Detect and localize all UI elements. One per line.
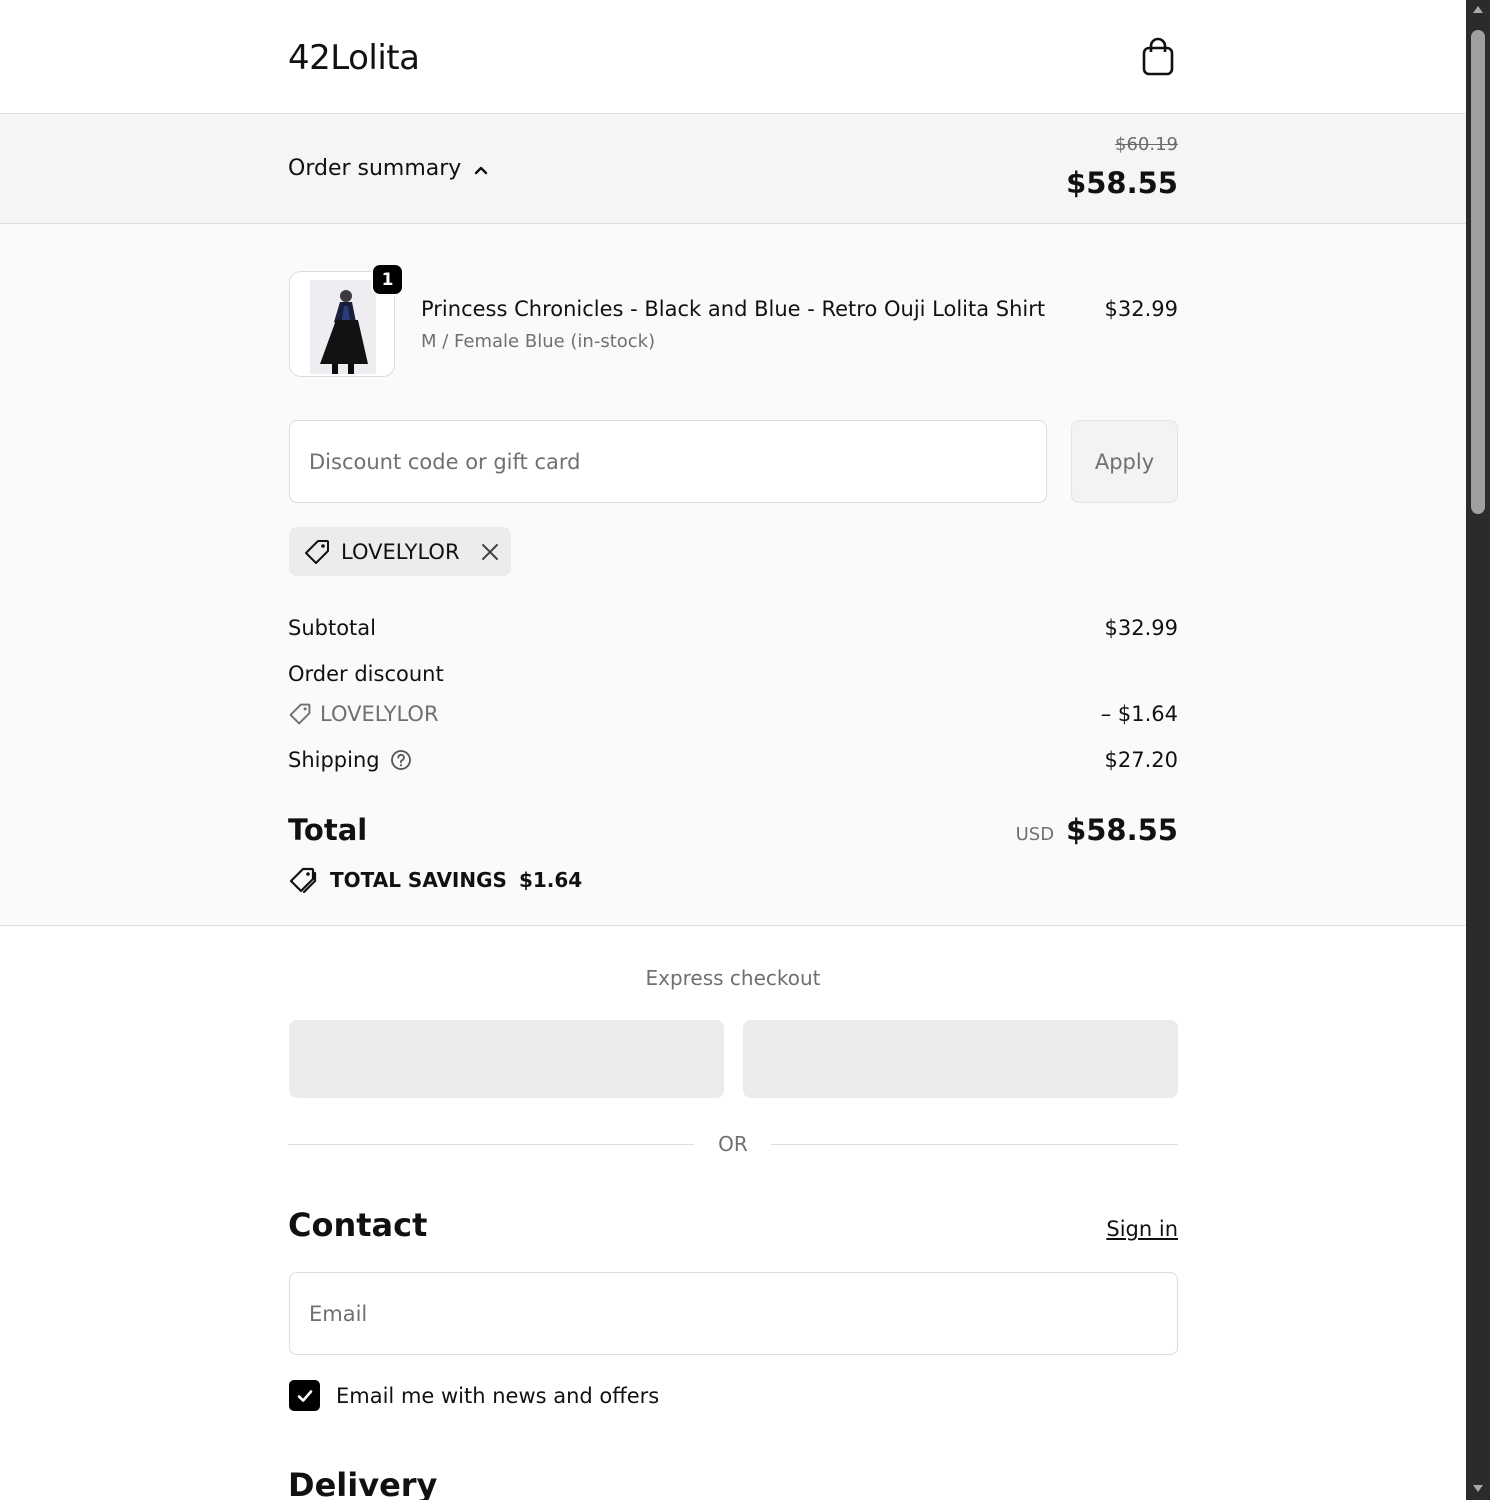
vertical-scrollbar[interactable] (1466, 0, 1490, 1500)
discount-code-input[interactable] (289, 420, 1047, 503)
applied-discount-chip: LOVELYLOR (289, 527, 511, 576)
express-checkout-button-2[interactable] (743, 1020, 1178, 1098)
checkout-page: 42Lolita Order summary $60.19 $58.55 1 P… (0, 0, 1466, 1500)
express-checkout-title: Express checkout (645, 966, 821, 990)
tag-icon (305, 539, 329, 564)
scrollbar-thumb[interactable] (1471, 30, 1485, 514)
order-summary-bar (0, 114, 1466, 224)
checkmark-icon (297, 1389, 312, 1402)
newsletter-option[interactable]: Email me with news and offers (289, 1380, 659, 1411)
total-amount: $58.55 (1066, 813, 1178, 847)
shipping-label-row: Shipping (288, 748, 412, 772)
quantity-badge: 1 (371, 263, 404, 296)
chevron-up-icon (475, 166, 488, 174)
product-price: $32.99 (1104, 297, 1178, 321)
subtotal-value: $32.99 (1104, 616, 1178, 640)
subtotal-label: Subtotal (288, 616, 376, 640)
total-amount-group: USD $58.55 (1016, 813, 1178, 847)
tag-icon (289, 703, 311, 725)
header: 42Lolita (0, 0, 1466, 114)
express-checkout-button-1[interactable] (289, 1020, 724, 1098)
store-logo[interactable]: 42Lolita (288, 38, 420, 78)
help-icon[interactable] (390, 749, 412, 771)
order-discount-value: – $1.64 (1100, 702, 1178, 726)
total-label: Total (288, 813, 368, 847)
scroll-up-arrow-icon[interactable] (1473, 6, 1483, 13)
order-discount-code: LOVELYLOR (320, 702, 439, 726)
summary-total-price: $58.55 (1066, 166, 1178, 200)
or-divider: OR (288, 1130, 1178, 1160)
shipping-value: $27.20 (1104, 748, 1178, 772)
scroll-down-arrow-icon[interactable] (1473, 1485, 1483, 1492)
order-discount-code-row: LOVELYLOR (288, 702, 439, 726)
order-discount-label: Order discount (288, 662, 444, 686)
total-savings-label: TOTAL SAVINGS (330, 868, 507, 892)
product-name: Princess Chronicles - Black and Blue - R… (421, 297, 1046, 321)
product-variant: M / Female Blue (in-stock) (421, 331, 656, 352)
order-summary-label: Order summary (288, 156, 462, 181)
newsletter-checkbox[interactable] (289, 1380, 320, 1411)
delivery-heading: Delivery (288, 1466, 438, 1500)
order-summary-panel (0, 224, 1466, 926)
apply-discount-button[interactable]: Apply (1071, 420, 1178, 503)
sign-in-link[interactable]: Sign in (1106, 1217, 1178, 1241)
contact-heading: Contact (288, 1206, 428, 1244)
currency-code: USD (1015, 824, 1055, 845)
applied-discount-code: LOVELYLOR (341, 539, 460, 564)
shopping-bag-icon[interactable] (1138, 36, 1178, 78)
order-summary-toggle[interactable]: Order summary (288, 156, 489, 181)
total-savings-amount: $1.64 (518, 868, 583, 892)
email-field[interactable] (289, 1272, 1178, 1355)
close-icon[interactable] (480, 542, 500, 562)
shipping-label: Shipping (288, 748, 380, 772)
newsletter-label: Email me with news and offers (336, 1383, 660, 1408)
total-savings: TOTAL SAVINGS $1.64 (288, 866, 582, 894)
tags-icon (289, 867, 317, 894)
original-price: $60.19 (1115, 134, 1178, 155)
